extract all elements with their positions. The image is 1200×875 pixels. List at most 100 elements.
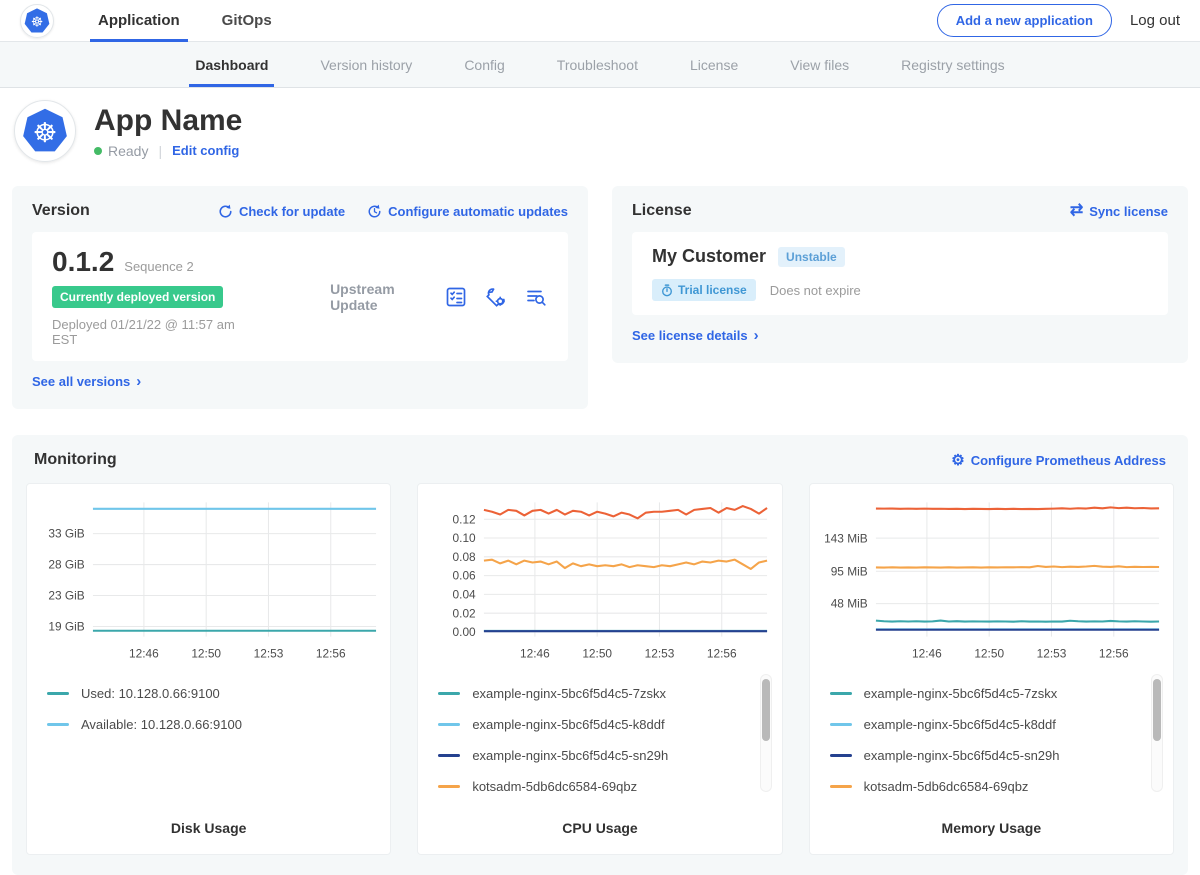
log-out-button[interactable]: Log out <box>1130 12 1180 29</box>
customer-name: My Customer <box>652 246 766 267</box>
disk-usage-plot: 19 GiB23 GiB28 GiB33 GiB12:4612:5012:531… <box>33 492 384 670</box>
topnav-right: Add a new application Log out <box>937 4 1180 37</box>
cpu-usage-plot: 0.000.020.040.060.080.100.1212:4612:5012… <box>424 492 775 670</box>
charts-grid: 19 GiB23 GiB28 GiB33 GiB12:4612:5012:531… <box>26 483 1174 855</box>
legend-item: example-nginx-5bc6f5d4c5-7zskx <box>830 686 1153 701</box>
upstream-update-label: Upstream Update <box>330 281 444 313</box>
legend-swatch <box>438 692 460 695</box>
top-navigation-bar: ☸ Application GitOps Add a new applicatio… <box>0 0 1200 42</box>
svg-text:19 GiB: 19 GiB <box>48 620 84 634</box>
legend-swatch <box>438 754 460 757</box>
legend-swatch <box>830 723 852 726</box>
topnav-tab-gitops[interactable]: GitOps <box>208 0 286 41</box>
kubernetes-logo: ☸ <box>20 4 54 38</box>
legend-scrollbar-thumb[interactable] <box>762 679 770 741</box>
legend-swatch <box>438 785 460 788</box>
legend-label: Available: 10.128.0.66:9100 <box>81 717 242 732</box>
subnav-tab-troubleshoot[interactable]: Troubleshoot <box>531 42 664 87</box>
license-panel: My Customer Unstable Trial license Does … <box>632 232 1168 315</box>
add-new-application-button[interactable]: Add a new application <box>937 4 1112 37</box>
svg-text:12:56: 12:56 <box>1099 646 1129 660</box>
legend-swatch <box>47 692 69 695</box>
topnav-tab-application[interactable]: Application <box>84 0 194 41</box>
legend-item: example-nginx-5bc6f5d4c5-sn29h <box>830 748 1153 763</box>
svg-text:95 MiB: 95 MiB <box>830 564 867 578</box>
memory-usage-plot: 48 MiB95 MiB143 MiB12:4612:5012:5312:56 <box>816 492 1167 670</box>
legend-swatch <box>830 692 852 695</box>
chart-title: Disk Usage <box>33 820 384 836</box>
legend-label: kotsadm-5db6dc6584-69qbz <box>864 779 1029 794</box>
version-sequence: Sequence 2 <box>124 259 193 274</box>
configure-prometheus-label: Configure Prometheus Address <box>971 453 1166 468</box>
legend-label: example-nginx-5bc6f5d4c5-7zskx <box>472 686 666 701</box>
version-actions <box>444 285 548 309</box>
channel-badge: Unstable <box>778 247 845 267</box>
ready-status-dot <box>94 147 102 155</box>
check-for-update-label: Check for update <box>239 204 345 219</box>
version-card-title: Version <box>32 202 90 220</box>
config-wrench-icon[interactable] <box>484 285 508 309</box>
check-for-update-link[interactable]: Check for update <box>218 204 345 219</box>
chart-legend: Used: 10.128.0.66:9100 Available: 10.128.… <box>33 670 384 810</box>
license-card-title: License <box>632 202 692 220</box>
see-license-details-link[interactable]: See license details › <box>632 327 759 344</box>
topnav-tabs: Application GitOps <box>84 0 300 41</box>
svg-text:0.06: 0.06 <box>453 569 477 583</box>
legend-item: kotsadm-5db6dc6584-69qbz <box>830 779 1153 794</box>
monitoring-card: Monitoring ⚙ Configure Prometheus Addres… <box>12 435 1188 875</box>
license-card: License ⇄ Sync license My Customer Unsta… <box>612 186 1188 363</box>
subnav-tab-license[interactable]: License <box>664 42 764 87</box>
svg-text:48 MiB: 48 MiB <box>830 597 867 611</box>
svg-text:12:53: 12:53 <box>645 646 675 660</box>
preflight-checks-icon[interactable] <box>444 285 468 309</box>
chart-legend: example-nginx-5bc6f5d4c5-7zskx example-ng… <box>816 670 1167 810</box>
view-logs-icon[interactable] <box>524 285 548 309</box>
app-header: ☸ App Name Ready | Edit config <box>0 88 1200 176</box>
legend-swatch <box>438 723 460 726</box>
refresh-icon <box>218 204 233 219</box>
subnav-tab-registry-settings[interactable]: Registry settings <box>875 42 1030 87</box>
legend-label: example-nginx-5bc6f5d4c5-k8ddf <box>864 717 1056 732</box>
svg-text:28 GiB: 28 GiB <box>48 558 84 572</box>
sync-arrows-icon: ⇄ <box>1070 203 1083 219</box>
configure-automatic-updates-link[interactable]: Configure automatic updates <box>367 204 568 219</box>
chart-card-cpu-usage: 0.000.020.040.060.080.100.1212:4612:5012… <box>417 483 782 855</box>
sync-license-link[interactable]: ⇄ Sync license <box>1070 203 1168 219</box>
trial-license-label: Trial license <box>678 283 747 297</box>
legend-item: example-nginx-5bc6f5d4c5-sn29h <box>438 748 761 763</box>
configure-prometheus-link[interactable]: ⚙ Configure Prometheus Address <box>951 453 1166 468</box>
see-all-versions-label: See all versions <box>32 374 130 389</box>
see-all-versions-link[interactable]: See all versions › <box>32 373 141 390</box>
legend-scrollbar[interactable] <box>760 674 772 792</box>
edit-config-link[interactable]: Edit config <box>172 143 239 158</box>
currently-deployed-badge: Currently deployed version <box>52 286 223 308</box>
deployed-timestamp: Deployed 01/21/22 @ 11:57 am EST <box>52 317 260 347</box>
trial-license-badge: Trial license <box>652 279 756 301</box>
subnav-tab-dashboard[interactable]: Dashboard <box>169 42 294 87</box>
svg-text:12:56: 12:56 <box>316 646 346 660</box>
svg-text:12:46: 12:46 <box>129 646 159 660</box>
version-number: 0.1.2 <box>52 246 114 278</box>
chart-card-disk-usage: 19 GiB23 GiB28 GiB33 GiB12:4612:5012:531… <box>26 483 391 855</box>
chart-legend: example-nginx-5bc6f5d4c5-7zskx example-ng… <box>424 670 775 810</box>
subnav-tab-version-history[interactable]: Version history <box>294 42 438 87</box>
legend-item: example-nginx-5bc6f5d4c5-k8ddf <box>830 717 1153 732</box>
legend-swatch <box>830 785 852 788</box>
clock-refresh-icon <box>367 204 382 219</box>
svg-text:12:50: 12:50 <box>583 646 613 660</box>
svg-text:0.10: 0.10 <box>453 531 477 545</box>
legend-scrollbar-thumb[interactable] <box>1153 679 1161 741</box>
subnav-tab-view-files[interactable]: View files <box>764 42 875 87</box>
svg-text:0.00: 0.00 <box>453 625 477 639</box>
legend-item: Available: 10.128.0.66:9100 <box>47 717 370 732</box>
subnav-tab-config[interactable]: Config <box>438 42 530 87</box>
legend-label: example-nginx-5bc6f5d4c5-7zskx <box>864 686 1058 701</box>
chart-title: Memory Usage <box>816 820 1167 836</box>
legend-item: example-nginx-5bc6f5d4c5-7zskx <box>438 686 761 701</box>
version-card: Version Check for update Configure au <box>12 186 588 409</box>
license-expiry: Does not expire <box>770 283 861 298</box>
legend-label: Used: 10.128.0.66:9100 <box>81 686 220 701</box>
summary-cards-row: Version Check for update Configure au <box>12 186 1188 409</box>
svg-text:0.02: 0.02 <box>453 606 476 620</box>
legend-scrollbar[interactable] <box>1151 674 1163 792</box>
